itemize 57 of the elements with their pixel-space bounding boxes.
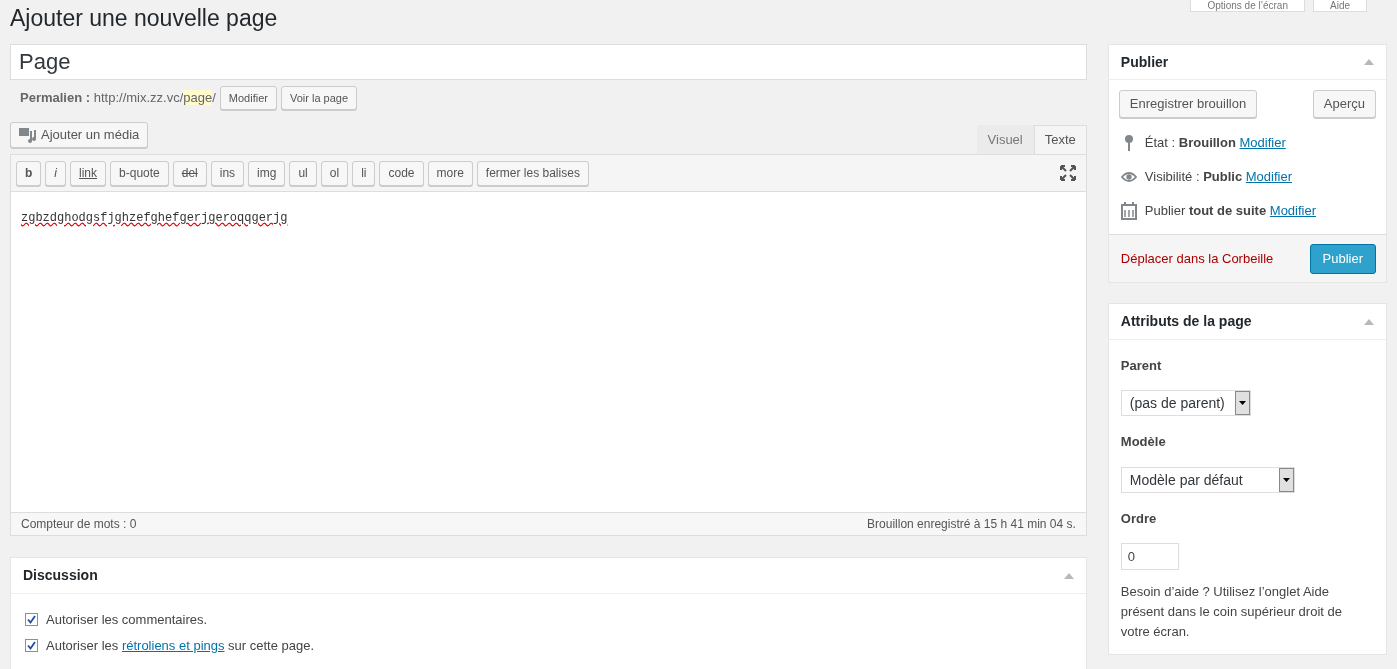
checkbox[interactable] (25, 638, 38, 652)
calendar-icon (1120, 202, 1137, 220)
format-button[interactable]: li (352, 160, 376, 186)
format-button[interactable]: ol (320, 160, 349, 186)
format-button[interactable]: del (172, 160, 207, 186)
media-icon (19, 127, 37, 143)
field-label: Ordre (1120, 510, 1158, 528)
format-button[interactable]: b-quote (110, 160, 169, 186)
dropdown-caret-icon (1238, 400, 1246, 405)
page-heading: Ajouter une nouvelle page (10, 4, 278, 32)
save-draft-button[interactable]: Enregistrer brouillon (1118, 90, 1258, 118)
checkbox[interactable] (25, 613, 38, 627)
word-count: Compteur de mots : 0 (21, 516, 137, 533)
panel-title: Discussion (23, 566, 98, 585)
checkbox-label: Autoriser les rétroliens et pings sur cette page. (46, 636, 315, 655)
format-button[interactable]: more (427, 160, 473, 186)
edit-link[interactable]: Modifier (1245, 169, 1292, 185)
publish-info-text: Visibilité : Public Modifier (1144, 168, 1292, 187)
pin-icon (1122, 134, 1135, 152)
panel-title: Attributs de la page (1120, 312, 1252, 331)
checkbox-label: Autoriser les commentaires. (46, 611, 208, 629)
format-button[interactable]: ins (210, 160, 245, 186)
order-field[interactable]: 0 (1120, 542, 1179, 570)
preview-button[interactable]: Aperçu (1312, 90, 1376, 118)
trash-link[interactable]: Déplacer dans la Corbeille (1120, 248, 1274, 269)
format-button[interactable]: b (16, 160, 42, 186)
publish-info-text: État : Brouillon Modifier (1144, 134, 1286, 153)
permalink-button[interactable]: Voir la page (280, 86, 358, 110)
draft-saved-text: Brouillon enregistré à 15 h 41 min 04 s. (867, 516, 1076, 533)
format-button[interactable]: i (45, 160, 66, 186)
add-media-button[interactable]: Ajouter un média (10, 122, 149, 148)
fullscreen-icon[interactable] (1059, 165, 1076, 181)
screen-options-button[interactable]: Aide (1313, 0, 1367, 12)
edit-link[interactable]: Modifier (1239, 135, 1286, 151)
eye-icon (1120, 171, 1137, 183)
parent-select[interactable]: (pas de parent) (1120, 389, 1251, 416)
title-field[interactable]: Page (10, 44, 1087, 80)
format-button[interactable]: code (379, 160, 424, 186)
editor-tab[interactable]: Texte (1033, 125, 1087, 154)
editor-tab[interactable]: Visuel (976, 125, 1034, 154)
format-button[interactable]: link (70, 160, 107, 186)
help-text: Besoin d’aide ? Utilisez l’onglet Aide présent dans le coin supérieur droit de votre écran. (1120, 582, 1343, 641)
field-label: Parent (1120, 357, 1163, 375)
editor-content: zgbzdghodgsfjghzefghefgerjgeroqqgerjg (21, 211, 288, 225)
dropdown-caret-icon (1282, 478, 1290, 482)
format-button[interactable]: fermer les balises (476, 160, 589, 186)
trackbacks-link[interactable]: rétroliens et pings (121, 637, 225, 653)
format-button[interactable]: img (248, 160, 286, 186)
edit-link[interactable]: Modifier (1269, 203, 1317, 219)
screen-options-button[interactable]: Options de l’écran (1190, 0, 1305, 12)
format-button[interactable]: ul (289, 160, 317, 186)
template-select[interactable]: Modèle par défaut (1120, 467, 1295, 493)
permalink-text: Permalien : http://mix.zz.vc/page/ (20, 89, 216, 108)
publish-info-text: Publier tout de suite Modifier (1144, 202, 1317, 221)
field-label: Modèle (1120, 432, 1167, 451)
permalink-button[interactable]: Modifier (219, 86, 277, 110)
panel-title: Publier (1120, 52, 1169, 72)
